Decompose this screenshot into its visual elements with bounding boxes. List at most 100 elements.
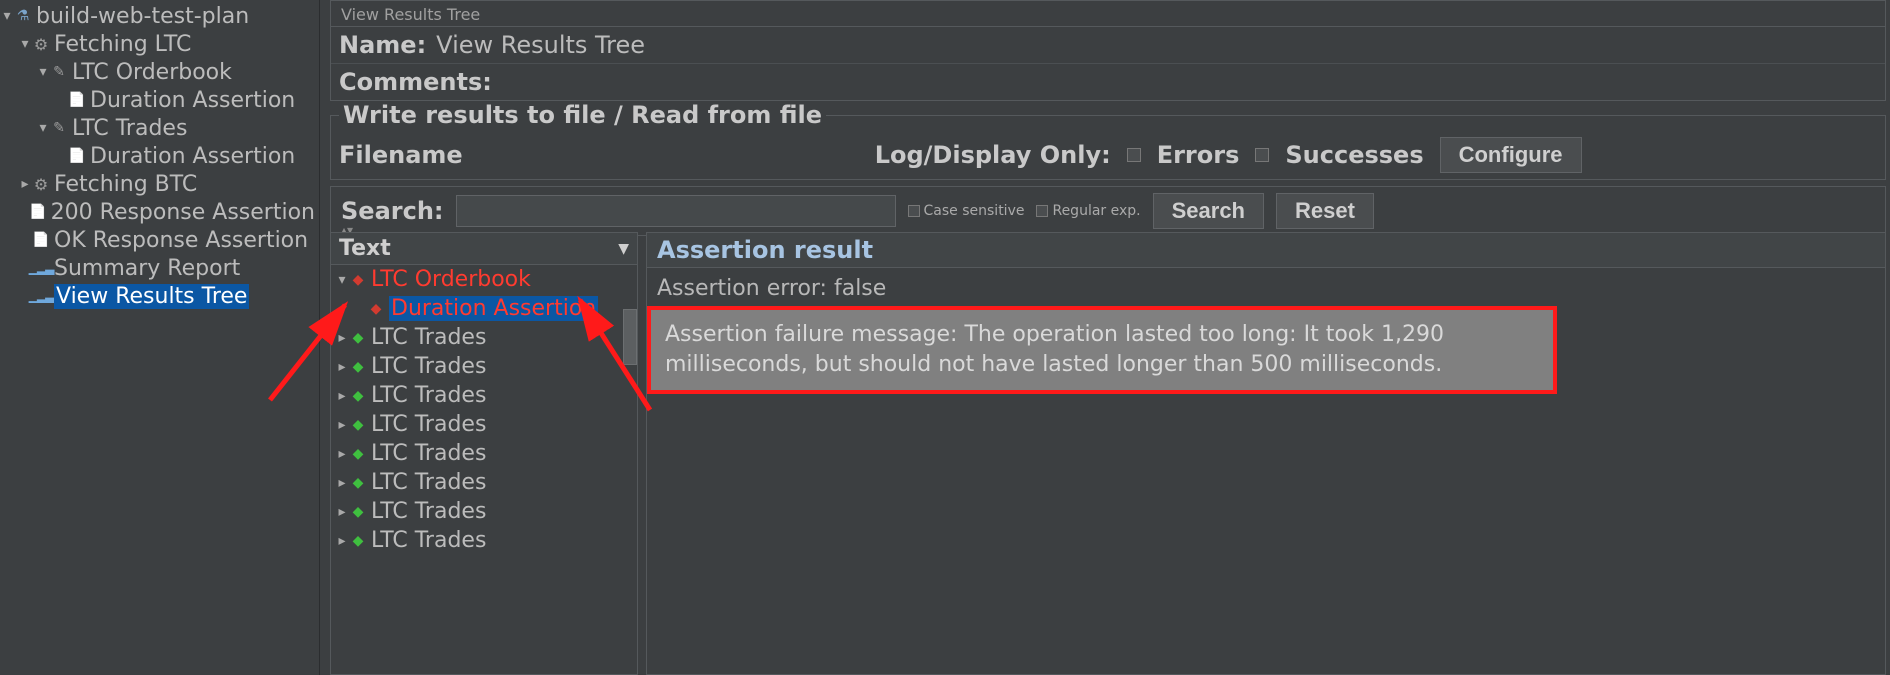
result-row[interactable]: ▸LTC Trades	[331, 468, 637, 497]
chart-icon	[32, 259, 50, 277]
case-checkbox[interactable]	[908, 205, 920, 217]
result-row[interactable]: ▸LTC Trades	[331, 381, 637, 410]
comments-label: Comments:	[339, 68, 492, 96]
errors-label: Errors	[1157, 141, 1240, 169]
result-row-label: Duration Assertion	[389, 296, 598, 321]
tree-item[interactable]: ▾ LTC Orderbook	[0, 58, 319, 86]
tree-toggle-icon[interactable]: ▸	[18, 176, 32, 192]
result-row-label: LTC Trades	[371, 441, 486, 466]
tree-toggle-icon[interactable]: ▾	[335, 272, 349, 288]
status-shield-icon	[349, 329, 367, 347]
status-shield-icon	[349, 503, 367, 521]
gear-icon	[32, 175, 50, 193]
status-shield-icon	[349, 416, 367, 434]
doc-icon	[32, 231, 50, 249]
tree-toggle-icon[interactable]: ▸	[335, 388, 349, 404]
configure-button[interactable]: Configure	[1440, 137, 1582, 173]
tree-toggle-icon[interactable]: ▸	[335, 533, 349, 549]
tree-item[interactable]: 200 Response Assertion	[0, 198, 319, 226]
case-label: Case sensitive	[924, 203, 1025, 219]
tree-item-label: Fetching LTC	[54, 32, 191, 57]
pencil-icon	[50, 63, 68, 81]
status-shield-icon	[349, 532, 367, 550]
tree-item[interactable]: Duration Assertion	[0, 142, 319, 170]
tree-toggle-icon[interactable]: ▸	[335, 504, 349, 520]
doc-icon	[68, 91, 86, 109]
results-column-header-label: Text	[339, 236, 391, 261]
flask-icon	[14, 7, 32, 25]
tree-toggle-icon[interactable]: ▸	[335, 330, 349, 346]
tree-item[interactable]: ▾ LTC Trades	[0, 114, 319, 142]
tree-item-label: LTC Trades	[72, 116, 187, 141]
file-fieldset: Write results to file / Read from file F…	[330, 101, 1886, 180]
form-area: Name: View Results Tree Comments:	[330, 26, 1886, 101]
tree-item[interactable]: OK Response Assertion	[0, 226, 319, 254]
result-row[interactable]: ▾ LTC Orderbook	[331, 265, 637, 294]
tree-toggle-icon[interactable]: ▸	[335, 475, 349, 491]
regex-label: Regular exp.	[1052, 203, 1140, 219]
tree-item-label: Fetching BTC	[54, 172, 197, 197]
tree-item[interactable]: ▾ Fetching LTC	[0, 30, 319, 58]
results-tree-body[interactable]: ▾LTC OrderbookDuration Assertion▸LTC Tra…	[331, 265, 637, 674]
result-row-label: LTC Trades	[371, 499, 486, 524]
file-legend: Write results to file / Read from file	[339, 101, 826, 129]
result-row[interactable]: ▸LTC Trades	[331, 410, 637, 439]
filename-label: Filename	[339, 141, 463, 169]
scrollbar-thumb[interactable]	[623, 309, 637, 365]
search-label: Search:	[341, 197, 444, 225]
name-value[interactable]: View Results Tree	[436, 31, 645, 59]
result-row[interactable]: ▸ LTC Trades	[331, 352, 637, 381]
sort-indicator-icon[interactable]: ▼	[618, 241, 629, 257]
results-tree-panel: Text ▼ ▾LTC OrderbookDuration Assertion▸…	[330, 232, 638, 675]
status-shield-icon	[349, 358, 367, 376]
tree-toggle-icon[interactable]: ▸	[335, 446, 349, 462]
results-split: Text ▼ ▾LTC OrderbookDuration Assertion▸…	[330, 232, 1886, 675]
tree-toggle-icon[interactable]: ▾	[0, 8, 14, 24]
result-row[interactable]: Duration Assertion	[331, 294, 637, 323]
tree-item[interactable]: Duration Assertion	[0, 86, 319, 114]
errors-checkbox[interactable]	[1127, 148, 1141, 162]
assertion-detail-header: Assertion result	[647, 233, 1885, 268]
tree-item-label: View Results Tree	[54, 284, 249, 309]
successes-checkbox[interactable]	[1255, 148, 1269, 162]
tree-item-label: Summary Report	[54, 256, 240, 281]
failure-message-text: Assertion failure message: The operation…	[665, 322, 1444, 377]
regex-checkbox[interactable]	[1036, 205, 1048, 217]
chart-icon	[32, 287, 50, 305]
status-shield-icon	[367, 300, 385, 318]
search-button[interactable]: Search	[1153, 193, 1264, 229]
tree-toggle-icon[interactable]: ▸	[335, 417, 349, 433]
result-row[interactable]: ▸LTC Trades	[331, 526, 637, 555]
tree-item[interactable]: ▸ Fetching BTC	[0, 170, 319, 198]
tree-item-label: 200 Response Assertion	[51, 200, 315, 225]
results-column-header[interactable]: Text ▼	[331, 233, 637, 265]
assertion-detail-panel: Assertion result Assertion error: false …	[646, 232, 1886, 675]
reset-button[interactable]: Reset	[1276, 193, 1374, 229]
result-row-label: LTC Trades	[371, 354, 486, 379]
pencil-icon	[50, 119, 68, 137]
tree-toggle-icon[interactable]: ▾	[36, 64, 50, 80]
search-input[interactable]	[456, 195, 896, 227]
tree-item-label: Duration Assertion	[90, 88, 295, 113]
gear-icon	[32, 35, 50, 53]
result-row-label: LTC Orderbook	[371, 267, 531, 292]
doc-icon	[68, 147, 86, 165]
tree-toggle-icon[interactable]: ▸	[335, 359, 349, 375]
test-plan-tree: ▾build-web-test-plan▾Fetching LTC▾LTC Or…	[0, 0, 320, 675]
tree-item[interactable]: View Results Tree	[0, 282, 319, 310]
name-label: Name:	[339, 31, 426, 59]
result-row[interactable]: ▸ LTC Trades	[331, 439, 637, 468]
tree-item-label: LTC Orderbook	[72, 60, 232, 85]
tree-item-label: Duration Assertion	[90, 144, 295, 169]
status-shield-icon	[349, 474, 367, 492]
tree-toggle-icon[interactable]: ▾	[18, 36, 32, 52]
tree-toggle-icon[interactable]: ▾	[36, 120, 50, 136]
result-row[interactable]: ▸ LTC Trades	[331, 497, 637, 526]
status-shield-icon	[349, 445, 367, 463]
result-row-label: LTC Trades	[371, 325, 486, 350]
status-shield-icon	[349, 387, 367, 405]
tree-item[interactable]: ▾build-web-test-plan	[0, 2, 319, 30]
result-row[interactable]: ▸ LTC Trades	[331, 323, 637, 352]
tree-item[interactable]: Summary Report	[0, 254, 319, 282]
successes-label: Successes	[1285, 141, 1423, 169]
